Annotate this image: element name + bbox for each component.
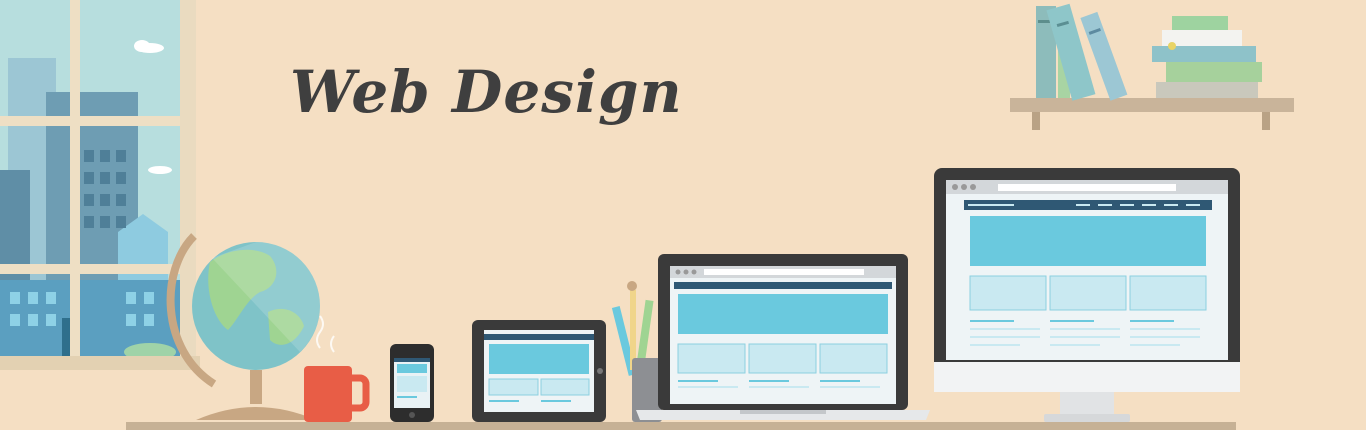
web-design-illustration — [0, 0, 1294, 430]
pencil-cup — [611, 281, 662, 422]
tablet — [472, 320, 606, 422]
laptop — [636, 254, 930, 420]
smartphone — [390, 344, 434, 422]
desk — [126, 422, 1236, 430]
bookshelf-with-books — [1010, 3, 1294, 130]
desktop-monitor — [934, 168, 1240, 422]
page-title: Web Design — [290, 58, 683, 126]
